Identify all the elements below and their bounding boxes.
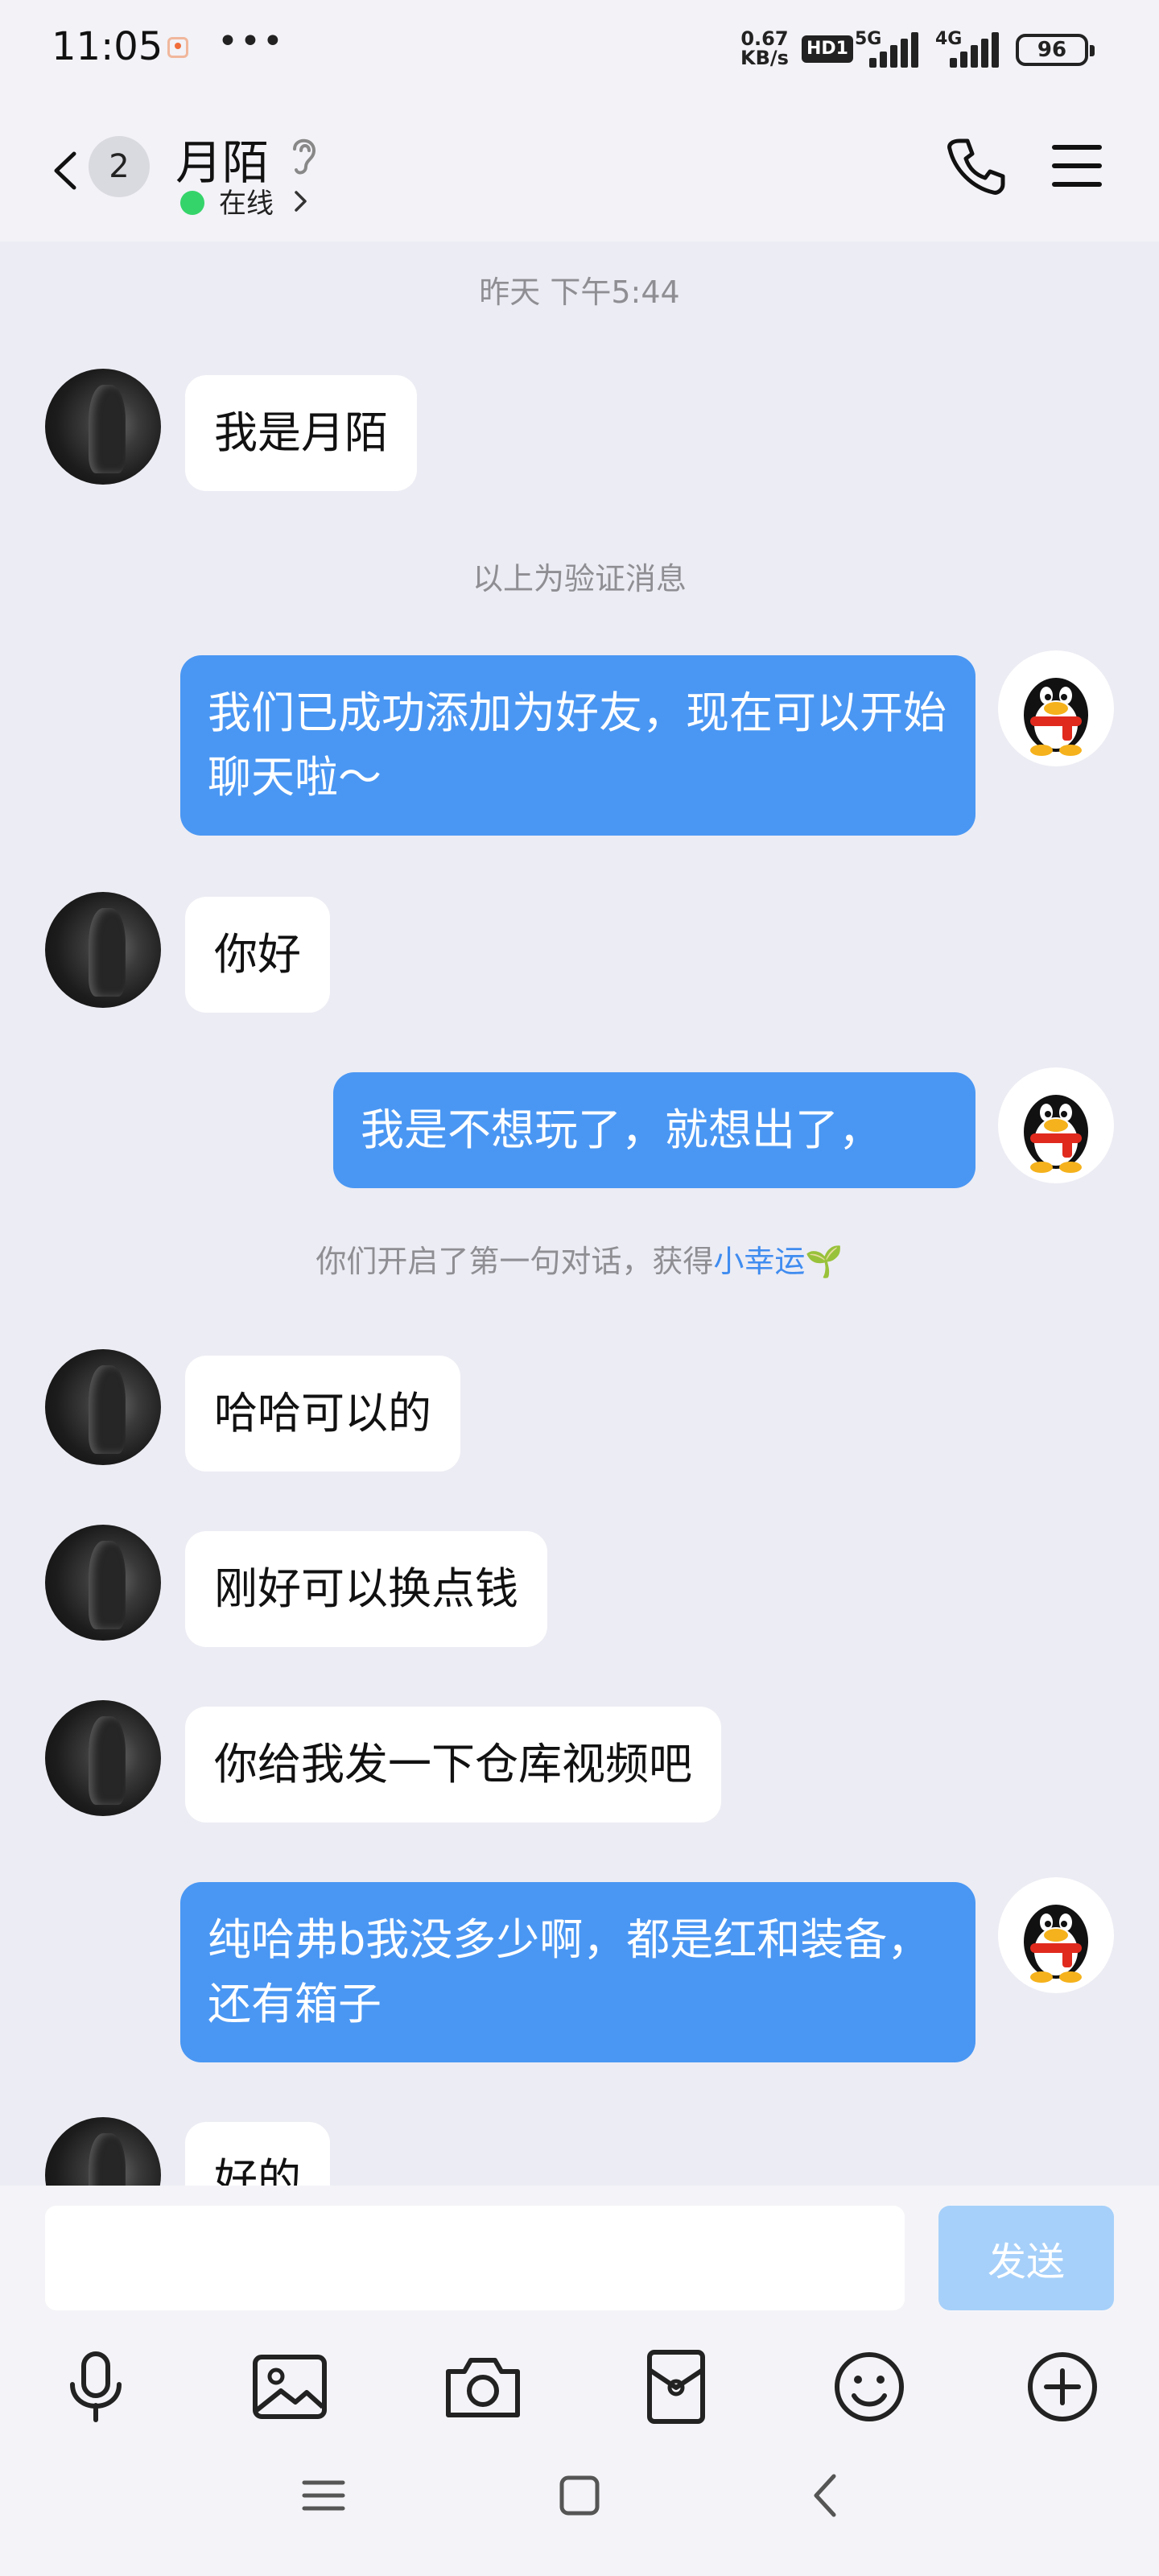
signal-strength-icon (869, 32, 921, 68)
message-input[interactable] (45, 2206, 905, 2310)
signal-strength-icon-2 (950, 32, 1001, 68)
my-avatar[interactable] (998, 1877, 1114, 1993)
online-status-dot (180, 191, 204, 215)
lucky-link[interactable]: 小幸运 (713, 1244, 805, 1279)
hd-voice-badge: HD1 (802, 35, 853, 63)
contact-avatar[interactable] (45, 2117, 161, 2186)
location-app-icon (167, 37, 188, 58)
penguin-avatar-icon (1024, 1095, 1088, 1173)
system-navigation-bar (0, 2423, 1159, 2576)
lucky-notice-text: 你们开启了第一句对话，获得 (316, 1244, 714, 1279)
send-button[interactable]: 发送 (938, 2206, 1114, 2310)
microphone-icon[interactable] (52, 2343, 140, 2431)
incoming-message[interactable]: 哈哈可以的 (185, 1356, 460, 1472)
message-list[interactable]: 昨天 下午5:44 我是月陌 以上为验证消息 我们已成功添加为好友，现在可以开始… (0, 242, 1159, 2186)
sprout-icon: 🌱 (805, 1244, 843, 1279)
contact-avatar[interactable] (45, 1700, 161, 1816)
outgoing-message[interactable]: 纯哈弗b我没多少啊，都是红和装备，还有箱子 (180, 1882, 975, 2062)
chevron-right-icon[interactable] (290, 189, 311, 213)
incoming-message[interactable]: 好的 (185, 2122, 330, 2186)
home-icon[interactable] (547, 2463, 612, 2528)
more-notifications-icon: ••• (217, 21, 285, 62)
nav-back-icon[interactable] (795, 2463, 860, 2528)
network-speed-value: 0.67 (740, 27, 789, 50)
outgoing-message[interactable]: 我是不想玩了，就想出了， (333, 1072, 975, 1188)
menu-icon[interactable] (1051, 142, 1103, 189)
incoming-message[interactable]: 你好 (185, 897, 330, 1013)
contact-avatar[interactable] (45, 369, 161, 485)
status-bar: 11:05 ••• 0.67 KB/s HD1 5G 4G 96 (0, 0, 1159, 101)
message-timestamp: 昨天 下午5:44 (479, 275, 680, 310)
lucky-notice: 你们开启了第一句对话，获得小幸运🌱 (0, 1236, 1159, 1281)
incoming-message[interactable]: 我是月陌 (185, 375, 417, 491)
outgoing-message[interactable]: 我们已成功添加为好友，现在可以开始聊天啦～ (180, 655, 975, 836)
battery-icon: 96 (1016, 34, 1095, 66)
add-icon[interactable] (1018, 2343, 1107, 2431)
contact-avatar[interactable] (45, 892, 161, 1008)
penguin-avatar-icon (1024, 1905, 1088, 1983)
my-avatar[interactable] (998, 650, 1114, 766)
emoji-icon[interactable] (825, 2343, 914, 2431)
image-icon[interactable] (245, 2343, 334, 2431)
incoming-message[interactable]: 你给我发一下仓库视频吧 (185, 1707, 721, 1823)
unread-count-badge[interactable]: 2 (89, 136, 150, 197)
network-speed-unit: KB/s (740, 47, 789, 69)
chat-header: 2 月陌 在线 (0, 101, 1159, 242)
incoming-message[interactable]: 刚好可以换点钱 (185, 1531, 547, 1647)
verification-note: 以上为验证消息 (472, 561, 687, 597)
phone-call-icon[interactable] (943, 134, 1008, 199)
penguin-avatar-icon (1024, 678, 1088, 756)
contact-avatar[interactable] (45, 1525, 161, 1641)
camera-icon[interactable] (439, 2343, 527, 2431)
network-speed: 0.67 KB/s (740, 29, 789, 68)
earpiece-mode-icon[interactable] (287, 131, 322, 180)
status-time: 11:05 (52, 24, 163, 69)
back-icon[interactable] (47, 151, 87, 191)
recents-icon[interactable] (291, 2463, 356, 2528)
my-avatar[interactable] (998, 1067, 1114, 1183)
red-packet-icon[interactable] (632, 2343, 720, 2431)
online-status-text[interactable]: 在线 (219, 181, 274, 221)
contact-avatar[interactable] (45, 1349, 161, 1465)
